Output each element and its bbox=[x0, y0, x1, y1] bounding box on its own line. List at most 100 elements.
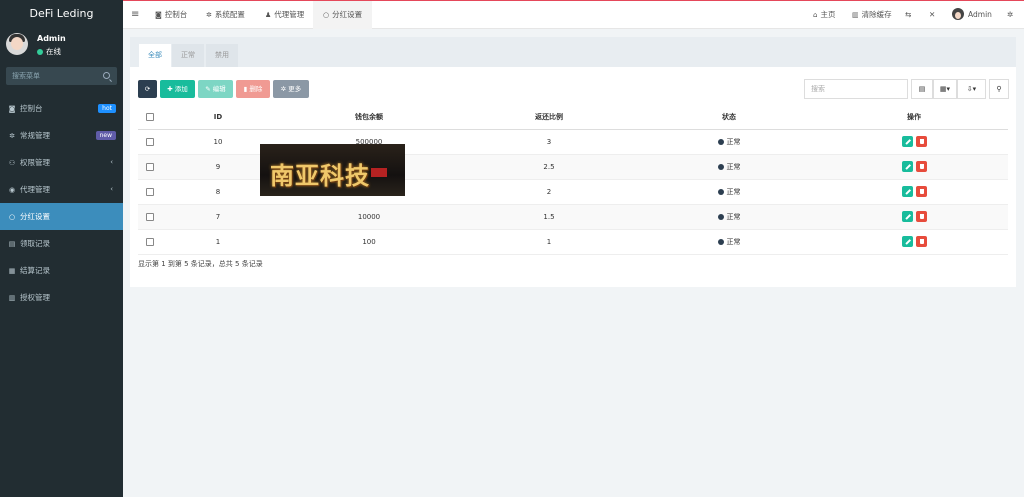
sidebar: DeFi Leding Admin 在线 ◙ 控制台 hot ✲ 常规管理 new … bbox=[0, 0, 123, 497]
add-button[interactable]: ✚ 添加 bbox=[160, 80, 195, 98]
cell-ratio: 2.5 bbox=[543, 163, 555, 171]
cell-status: 正常 bbox=[634, 155, 824, 180]
edit-row-button[interactable] bbox=[902, 136, 913, 147]
clear-cache-link[interactable]: ▥ 清除缓存 bbox=[852, 1, 892, 29]
row-checkbox[interactable] bbox=[146, 188, 154, 196]
cell-id: 9 bbox=[215, 163, 221, 171]
status-text: 正常 bbox=[726, 238, 741, 246]
cell-balance: 100 bbox=[362, 238, 376, 246]
sidebar-item-general[interactable]: ✲ 常规管理 new bbox=[0, 122, 123, 149]
menu-search-input[interactable] bbox=[6, 67, 96, 85]
delete-row-button[interactable] bbox=[916, 136, 927, 147]
tab-dashboard[interactable]: ◙ 控制台 bbox=[155, 1, 187, 29]
home-icon: ⌂ bbox=[813, 11, 818, 19]
status-text: 正常 bbox=[726, 138, 741, 146]
row-checkbox[interactable] bbox=[146, 213, 154, 221]
select-all-checkbox[interactable] bbox=[146, 113, 154, 121]
delete-row-button[interactable] bbox=[916, 211, 927, 222]
avatar bbox=[6, 33, 28, 55]
sidebar-item-label: 控制台 bbox=[20, 104, 43, 113]
sidebar-item-settlement-records[interactable]: ▦ 结算记录 bbox=[0, 257, 123, 284]
filter-tabs: 全部 正常 禁用 bbox=[130, 37, 1016, 67]
building-icon: ▥ bbox=[8, 294, 16, 302]
delete-row-button[interactable] bbox=[916, 161, 927, 172]
user-panel: Admin 在线 bbox=[0, 28, 123, 64]
home-label: 主页 bbox=[820, 10, 836, 19]
sidebar-item-label: 代理管理 bbox=[20, 185, 50, 194]
refresh-button[interactable]: ⟳ bbox=[138, 80, 157, 98]
toggle-view-button[interactable]: ▤ bbox=[911, 79, 933, 99]
edit-button[interactable]: ✎ 编辑 bbox=[198, 80, 233, 98]
cell-ratio: 1 bbox=[546, 238, 552, 246]
row-checkbox[interactable] bbox=[146, 163, 154, 171]
sidebar-item-authorization[interactable]: ▥ 授权管理 bbox=[0, 284, 123, 311]
edit-row-button[interactable] bbox=[902, 161, 913, 172]
tab-system-config[interactable]: ✲ 系统配置 bbox=[206, 1, 245, 29]
delete-row-button[interactable] bbox=[916, 236, 927, 247]
sidebar-item-agents[interactable]: ◉ 代理管理 ‹ bbox=[0, 176, 123, 203]
new-badge: new bbox=[95, 131, 116, 140]
online-dot-icon bbox=[37, 49, 43, 55]
user-menu-name: Admin bbox=[968, 10, 992, 19]
sidebar-item-dividend-settings[interactable]: ○ 分红设置 bbox=[0, 203, 123, 230]
status-text: 正常 bbox=[726, 213, 741, 221]
sidebar-menu: ◙ 控制台 hot ✲ 常规管理 new ⚇ 权限管理 ‹ ◉ 代理管理 ‹ ○ 分红设置… bbox=[0, 95, 123, 311]
edit-row-button[interactable] bbox=[902, 211, 913, 222]
trash-icon: ▥ bbox=[852, 11, 859, 19]
cell-id: 1 bbox=[215, 238, 221, 246]
status-dot-icon bbox=[717, 189, 724, 195]
circle-notch-icon: ○ bbox=[8, 213, 16, 221]
delete-row-button[interactable] bbox=[916, 186, 927, 197]
sidebar-item-claim-records[interactable]: ▤ 领取记录 bbox=[0, 230, 123, 257]
user-menu[interactable]: Admin bbox=[952, 1, 992, 29]
tab-dividend-settings[interactable]: ○ 分红设置 bbox=[313, 1, 373, 29]
delete-button[interactable]: ▮ 删除 bbox=[236, 80, 270, 98]
cell-status: 正常 bbox=[634, 180, 824, 205]
menu-toggle-icon[interactable]: ≡ bbox=[131, 1, 139, 29]
row-checkbox[interactable] bbox=[146, 238, 154, 246]
cell-id: 7 bbox=[215, 213, 221, 221]
more-button[interactable]: ✲ 更多 bbox=[273, 80, 309, 98]
export-button[interactable]: ⇩▾ bbox=[957, 79, 986, 99]
dashboard-icon: ◙ bbox=[155, 11, 162, 19]
edit-row-button[interactable] bbox=[902, 236, 913, 247]
search-icon[interactable] bbox=[103, 72, 110, 79]
sidebar-item-label: 授权管理 bbox=[20, 293, 50, 302]
clear-cache-label: 清除缓存 bbox=[861, 10, 892, 19]
column-header-actions: 操作 bbox=[907, 113, 921, 121]
tab-disabled[interactable]: 禁用 bbox=[206, 44, 238, 67]
cell-ratio: 1.5 bbox=[543, 213, 555, 221]
tab-agent-management[interactable]: ♟ 代理管理 bbox=[265, 1, 304, 29]
columns-button[interactable]: ▦▾ bbox=[933, 79, 957, 99]
seal-stamp bbox=[371, 168, 387, 177]
column-header-status[interactable]: 状态 bbox=[634, 105, 824, 130]
column-header-balance[interactable]: 钱包余额 bbox=[274, 105, 464, 130]
pagination-info: 显示第 1 到第 5 条记录，总共 5 条记录 bbox=[138, 260, 263, 268]
row-checkbox[interactable] bbox=[146, 138, 154, 146]
column-header-ratio[interactable]: 返还比例 bbox=[464, 105, 634, 130]
tab-label: 控制台 bbox=[164, 10, 188, 19]
column-header-id[interactable]: ID bbox=[166, 105, 270, 130]
search-button[interactable]: ⚲ bbox=[989, 79, 1009, 99]
tab-all[interactable]: 全部 bbox=[139, 44, 171, 67]
sidebar-item-label: 分红设置 bbox=[20, 212, 50, 221]
status-dot-icon bbox=[717, 214, 724, 220]
edit-row-button[interactable] bbox=[902, 186, 913, 197]
watermark-logo: 南亚科技 bbox=[260, 144, 405, 196]
sidebar-item-dashboard[interactable]: ◙ 控制台 hot bbox=[0, 95, 123, 122]
sidebar-item-permissions[interactable]: ⚇ 权限管理 ‹ bbox=[0, 149, 123, 176]
gear-icon[interactable]: ✲ bbox=[1007, 1, 1013, 29]
dashboard-icon: ◙ bbox=[8, 105, 16, 113]
tab-normal[interactable]: 正常 bbox=[172, 44, 204, 67]
circle-notch-icon: ○ bbox=[323, 11, 330, 19]
home-link[interactable]: ⌂ 主页 bbox=[813, 1, 835, 29]
users-icon: ⚇ bbox=[8, 159, 16, 167]
translate-icon[interactable]: ⇆ bbox=[905, 1, 911, 29]
status-dot-icon bbox=[717, 239, 724, 245]
top-navbar: ≡ ◙ 控制台 ✲ 系统配置 ♟ 代理管理 ○ 分红设置 ⌂ 主页 ▥ 清除缓存 ⇆ ✕ A… bbox=[123, 0, 1024, 29]
brand-logo[interactable]: DeFi Leding bbox=[0, 0, 123, 28]
table-search-input[interactable] bbox=[804, 79, 908, 99]
user-status: 在线 bbox=[37, 46, 61, 57]
cell-id: 10 bbox=[213, 138, 223, 146]
fullscreen-icon[interactable]: ✕ bbox=[929, 1, 935, 29]
